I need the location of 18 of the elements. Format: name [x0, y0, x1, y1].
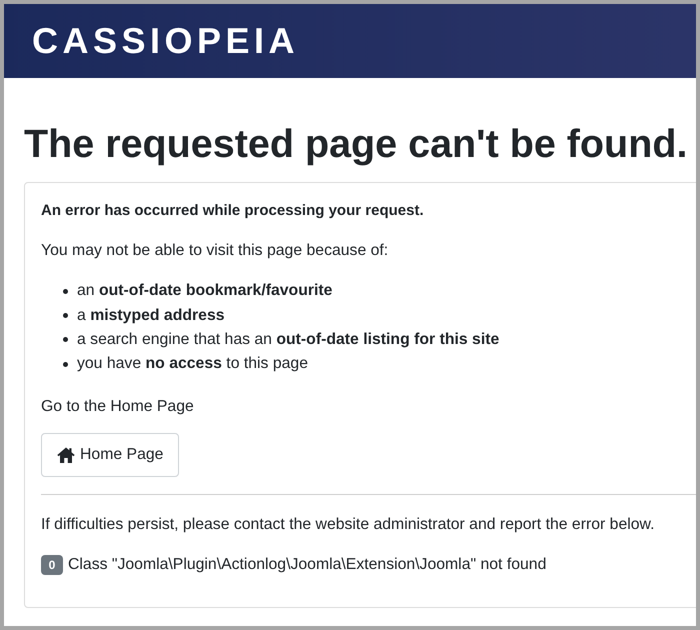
reason-item: an out-of-date bookmark/favourite: [77, 281, 332, 302]
bullet-icon: [63, 288, 68, 294]
bullet-icon: [63, 337, 68, 342]
reason-item: you have no access to this page: [77, 354, 308, 374]
error-code: 0: [41, 554, 63, 575]
contact-note: If difficulties persist, please contact the website administrator and report the error below.: [41, 514, 656, 535]
home-prompt: Go to the Home Page: [41, 396, 195, 417]
home-page-button[interactable]: Home Page: [41, 432, 180, 477]
reason-item: a mistyped address: [77, 306, 225, 326]
bullet-icon: [63, 362, 68, 367]
site-logo[interactable]: CASSIOPEIA: [32, 23, 300, 59]
home-icon: [57, 446, 75, 463]
error-message: Class "Joomla\Plugin\Actionlog\Joomla\Extension\Joomla" not found: [68, 554, 546, 575]
bullet-icon: [63, 313, 68, 318]
intro-text: You may not be able to visit this page because of:: [41, 241, 390, 261]
page-heading: The requested page can't be found.: [24, 121, 688, 168]
reason-item: a search engine that has an out-of-date listing for this site: [77, 330, 500, 350]
error-lead: An error has occurred while processing your request.: [41, 201, 425, 221]
